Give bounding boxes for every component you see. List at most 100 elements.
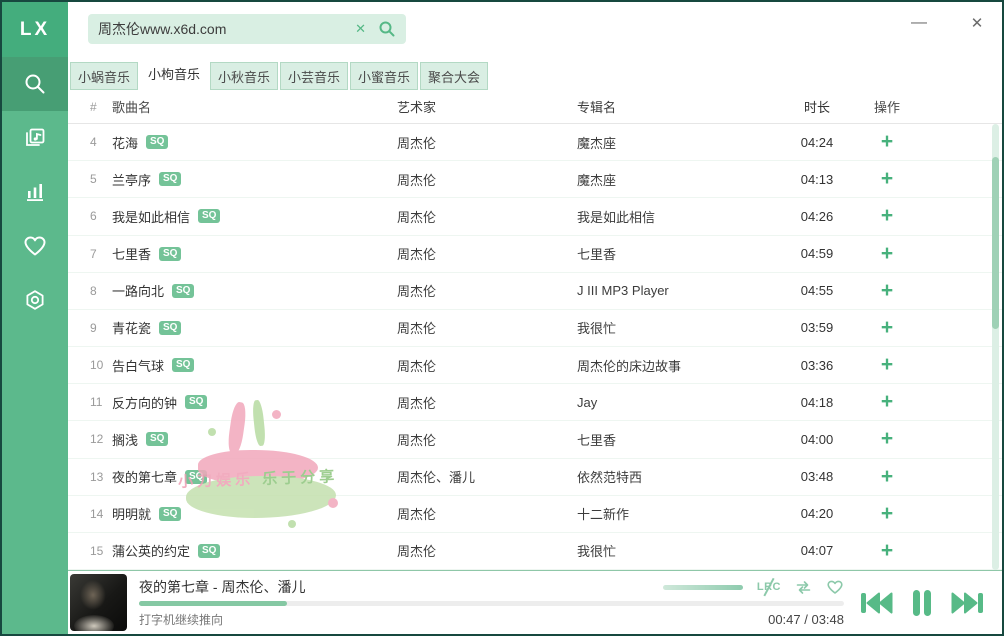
add-song-button[interactable]: + [881,542,893,560]
quality-badge: SQ [198,544,220,558]
quality-badge: SQ [159,247,181,261]
add-song-button[interactable]: + [881,319,893,337]
scrollbar-track[interactable] [992,124,999,570]
add-song-button[interactable]: + [881,245,893,263]
song-album: 十二新作 [577,504,782,523]
song-title: 夜的第七章 [112,467,177,486]
settings-icon [23,288,47,312]
desktop-lyrics-toggle-icon[interactable]: LRC [757,581,781,593]
progress-bar[interactable] [139,601,844,606]
song-row[interactable]: 11反方向的钟SQ周杰伦Jay04:18+ [68,384,1002,421]
song-artist: 周杰伦 [397,504,577,523]
sidebar-item-songlist[interactable] [2,111,68,165]
previous-button[interactable] [858,590,894,616]
app-logo: LX [2,2,68,57]
sidebar-item-settings[interactable] [2,273,68,327]
favorite-heart-icon[interactable] [826,579,844,595]
song-row[interactable]: 12搁浅SQ周杰伦七里香04:00+ [68,421,1002,458]
pause-button[interactable] [910,588,934,618]
tab-source-5[interactable]: 聚合大会 [420,62,488,90]
column-header-4: 时长 [782,97,852,116]
header-bar: ✕ — ✕ [68,2,1002,57]
add-song-button[interactable]: + [881,207,893,225]
tab-source-1[interactable]: 小枸音乐 [140,57,208,90]
quality-badge: SQ [146,432,168,446]
song-duration: 04:07 [782,543,852,558]
song-row[interactable]: 7七里香SQ周杰伦七里香04:59+ [68,236,1002,273]
add-song-button[interactable]: + [881,133,893,151]
search-submit-icon[interactable] [374,20,396,38]
song-index: 4 [68,135,112,149]
table-header: #歌曲名艺术家专辑名时长操作 [68,90,1002,124]
song-album: 七里香 [577,244,782,263]
column-header-1: 歌曲名 [112,97,397,116]
album-art[interactable] [70,574,127,631]
clear-search-icon[interactable]: ✕ [347,21,374,37]
tab-source-0[interactable]: 小蜗音乐 [70,62,138,90]
add-song-button[interactable]: + [881,282,893,300]
song-duration: 04:13 [782,172,852,187]
song-row[interactable]: 5兰亭序SQ周杰伦魔杰座04:13+ [68,161,1002,198]
song-index: 13 [68,470,112,484]
close-button[interactable]: ✕ [964,10,990,36]
playback-controls [858,588,992,618]
add-song-button[interactable]: + [881,468,893,486]
minimize-button[interactable]: — [906,10,932,36]
add-song-button[interactable]: + [881,356,893,374]
song-title: 明明就 [112,504,151,523]
song-album: 魔杰座 [577,170,782,189]
song-artist: 周杰伦 [397,207,577,226]
song-album: 我很忙 [577,318,782,337]
main-area: ✕ — ✕ 小蜗音乐小枸音乐小秋音乐小芸音乐小蜜音乐聚合大会 #歌曲名艺术家专辑… [68,2,1002,634]
song-title: 兰亭序 [112,170,151,189]
song-index: 7 [68,247,112,261]
song-row[interactable]: 4花海SQ周杰伦魔杰座04:24+ [68,124,1002,161]
column-header-2: 艺术家 [397,97,577,116]
volume-slider[interactable] [663,585,743,590]
song-album: 周杰伦的床边故事 [577,356,782,375]
song-row[interactable]: 9青花瓷SQ周杰伦我很忙03:59+ [68,310,1002,347]
sidebar-item-leaderboard[interactable] [2,165,68,219]
song-row[interactable]: 6我是如此相信SQ周杰伦我是如此相信04:26+ [68,198,1002,235]
song-index: 11 [68,395,112,409]
song-title: 青花瓷 [112,318,151,337]
sidebar-item-search[interactable] [2,57,68,111]
song-duration: 04:26 [782,209,852,224]
song-index: 6 [68,209,112,223]
play-mode-loop-icon[interactable] [795,580,812,595]
song-row[interactable]: 15蒲公英的约定SQ周杰伦我很忙04:07+ [68,533,1002,570]
tab-source-4[interactable]: 小蜜音乐 [350,62,418,90]
song-artist: 周杰伦 [397,430,577,449]
song-row[interactable]: 8一路向北SQ周杰伦J III MP3 Player04:55+ [68,273,1002,310]
current-lyric: 打字机继续推向 [139,611,768,628]
song-title: 七里香 [112,244,151,263]
song-title: 花海 [112,133,138,152]
song-artist: 周杰伦 [397,356,577,375]
sidebar-item-favorites[interactable] [2,219,68,273]
song-album: 七里香 [577,430,782,449]
quality-badge: SQ [185,395,207,409]
song-duration: 04:55 [782,283,852,298]
column-header-0: # [68,100,112,114]
next-button[interactable] [950,590,986,616]
add-song-button[interactable]: + [881,170,893,188]
add-song-button[interactable]: + [881,505,893,523]
quality-badge: SQ [172,284,194,298]
search-input[interactable] [98,21,347,37]
song-title: 蒲公英的约定 [112,541,190,560]
song-duration: 03:59 [782,320,852,335]
song-duration: 03:48 [782,469,852,484]
scrollbar-thumb[interactable] [992,157,999,329]
tab-source-3[interactable]: 小芸音乐 [280,62,348,90]
song-row[interactable]: 13夜的第七章SQ周杰伦、潘儿依然范特西03:48+ [68,459,1002,496]
song-row[interactable]: 10告白气球SQ周杰伦周杰伦的床边故事03:36+ [68,347,1002,384]
song-index: 9 [68,321,112,335]
progress-fill [139,601,287,606]
add-song-button[interactable]: + [881,430,893,448]
song-duration: 04:20 [782,506,852,521]
song-row[interactable]: 14明明就SQ周杰伦十二新作04:20+ [68,496,1002,533]
add-song-button[interactable]: + [881,393,893,411]
song-artist: 周杰伦 [397,244,577,263]
tab-source-2[interactable]: 小秋音乐 [210,62,278,90]
quality-badge: SQ [159,507,181,521]
